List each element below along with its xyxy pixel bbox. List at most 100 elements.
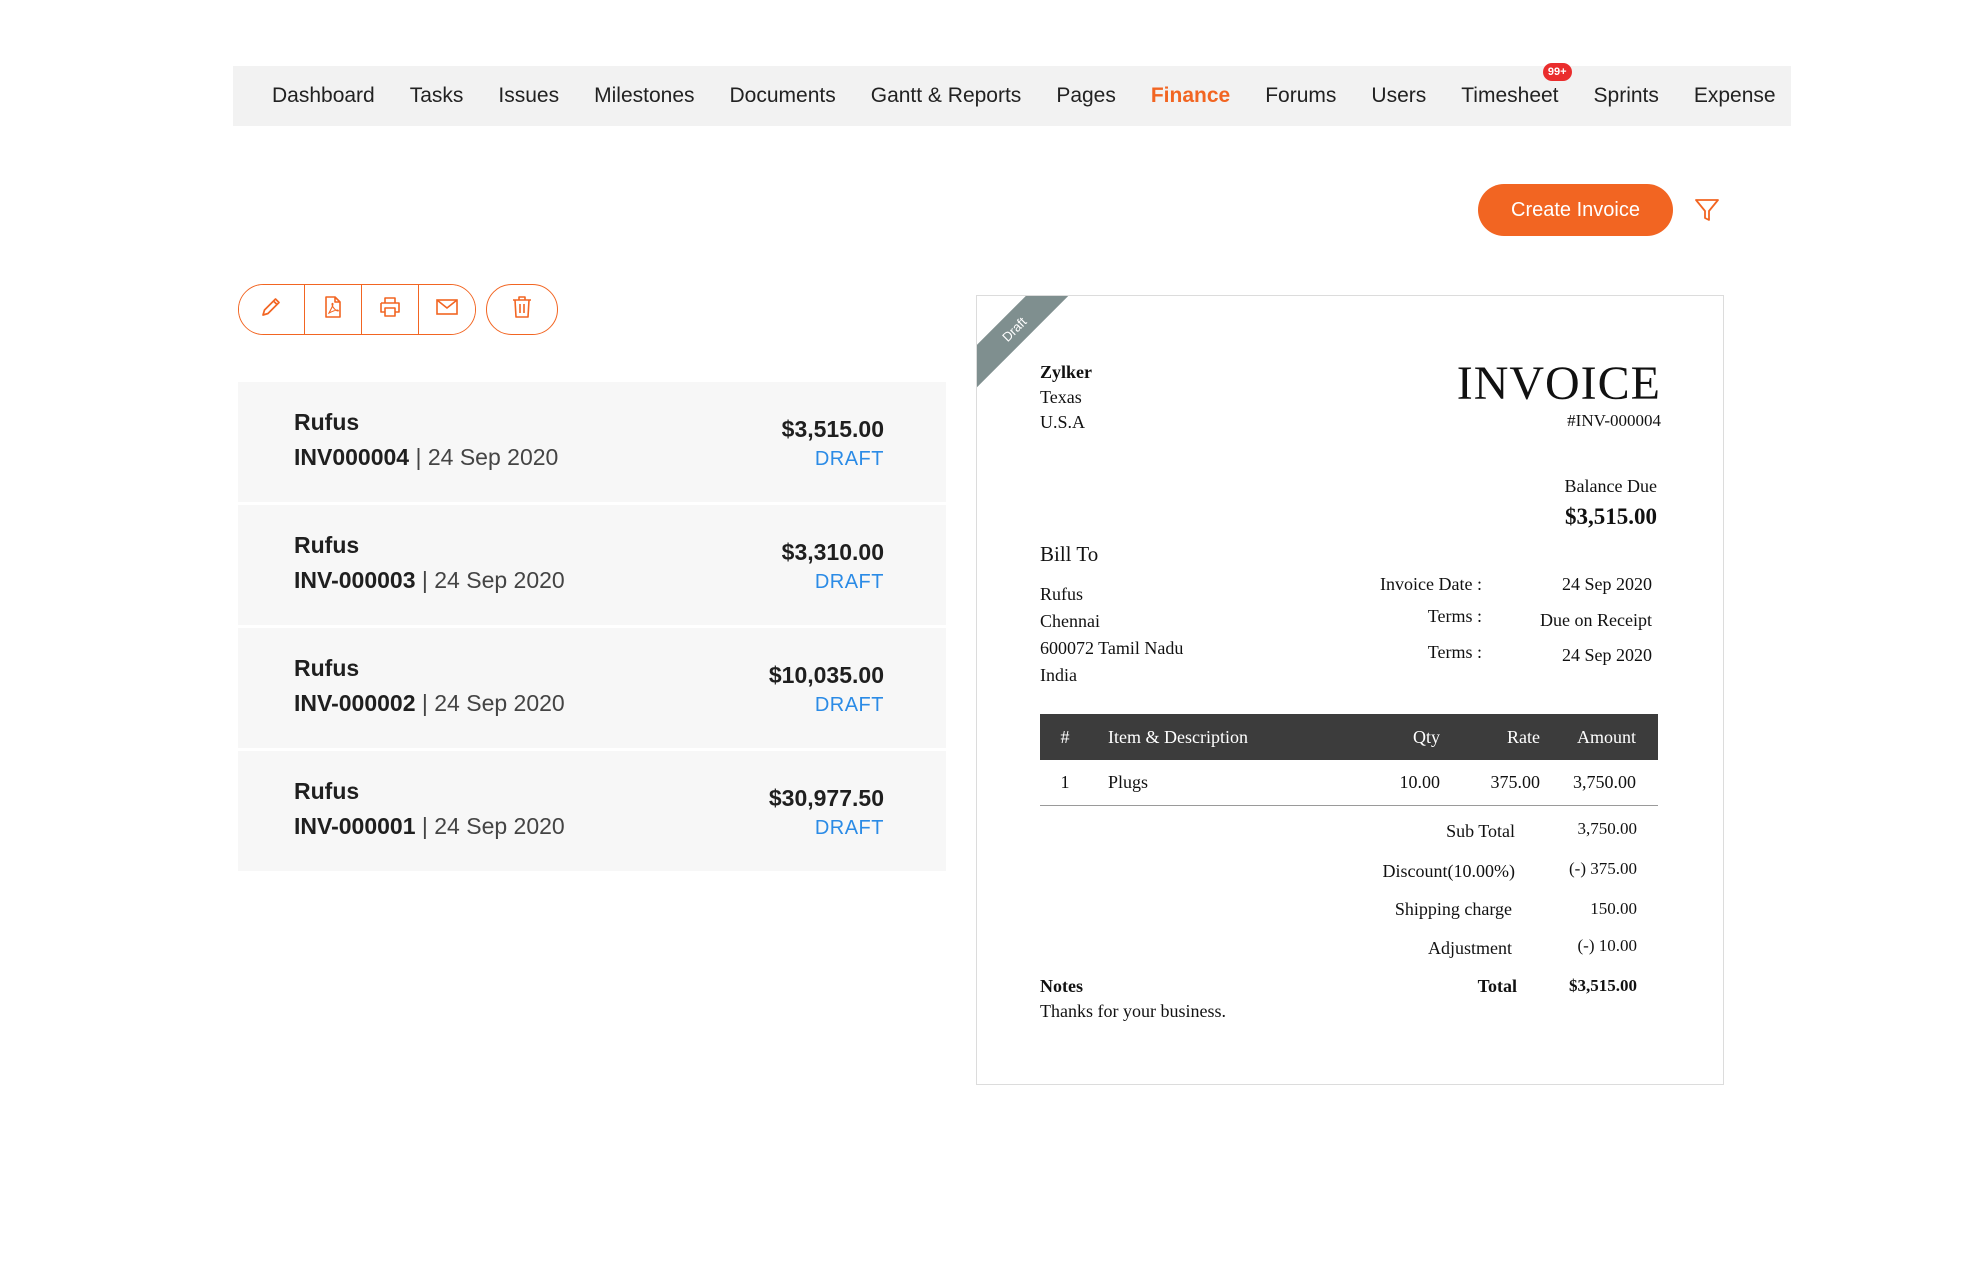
- nav-item-milestones[interactable]: Milestones: [594, 84, 694, 108]
- cell-rate: 375.00: [1440, 760, 1540, 806]
- status-badge: DRAFT: [814, 694, 884, 716]
- invoice-number: INV-000001: [294, 813, 416, 839]
- draft-ribbon: Draft: [977, 296, 1085, 400]
- notes-label: Notes: [1040, 976, 1083, 996]
- top-nav: Dashboard Tasks Issues Milestones Docume…: [233, 63, 1791, 126]
- terms-label: Terms :: [1427, 606, 1482, 626]
- invoice-date: 24 Sep 2020: [427, 444, 559, 470]
- pdf-button[interactable]: [304, 285, 362, 334]
- discount-label: Discount(10.00%): [1382, 861, 1515, 881]
- cell-qty: 10.00: [1340, 760, 1440, 806]
- adjustment-label: Adjustment: [1428, 938, 1512, 958]
- print-button[interactable]: [361, 285, 419, 334]
- invoice-date-label: Invoice Date :: [1380, 574, 1482, 594]
- edit-icon: [258, 294, 284, 325]
- invoice-number-date: INV-000001 | 24 Sep 2020: [294, 813, 565, 839]
- nav-item-users[interactable]: Users: [1371, 84, 1426, 108]
- email-icon: [434, 294, 460, 325]
- column-header: Item & Description: [1090, 714, 1340, 760]
- email-button[interactable]: [418, 285, 475, 334]
- status-badge: DRAFT: [814, 448, 884, 470]
- balance-due-value: $3,515.00: [1565, 504, 1657, 529]
- bill-to-line: Rufus: [1040, 584, 1084, 604]
- nav-item-sprints[interactable]: Sprints: [1594, 84, 1659, 108]
- adjustment-value: (-) 10.00: [1577, 936, 1637, 955]
- discount-value: (-) 375.00: [1569, 859, 1637, 878]
- notes-text: Thanks for your business.: [1040, 1001, 1226, 1021]
- total-label: Total: [1477, 976, 1517, 996]
- customer-name: Rufus: [294, 532, 360, 558]
- delete-icon: [509, 294, 535, 325]
- terms-value: 24 Sep 2020: [1562, 645, 1652, 665]
- balance-due-label: Balance Due: [1564, 476, 1657, 496]
- status-badge: DRAFT: [814, 817, 884, 839]
- invoice-actions-group: [238, 284, 476, 335]
- nav-item-timesheet-label: Timesheet: [1461, 84, 1559, 107]
- delete-button[interactable]: [486, 284, 558, 335]
- invoice-number: INV000004: [294, 444, 410, 470]
- invoice-title: INVOICE: [1456, 357, 1661, 410]
- customer-name: Rufus: [294, 655, 360, 681]
- terms-value: Due on Receipt: [1540, 610, 1652, 630]
- nav-item-pages[interactable]: Pages: [1056, 84, 1116, 108]
- invoice-date: 24 Sep 2020: [434, 813, 565, 839]
- status-badge: DRAFT: [814, 571, 884, 593]
- invoice-date-value: 24 Sep 2020: [1562, 574, 1652, 594]
- bill-to-line: Chennai: [1040, 611, 1100, 631]
- column-header: Qty: [1340, 714, 1440, 760]
- column-header: Amount: [1540, 714, 1658, 760]
- invoice-number: #INV-000004: [1567, 411, 1661, 430]
- shipping-value: 150.00: [1590, 899, 1637, 918]
- invoice-number-date: INV000004 | 24 Sep 2020: [294, 444, 559, 470]
- table-header-row: # Item & Description Qty Rate Amount: [1040, 714, 1658, 760]
- notification-badge: 99+: [1542, 63, 1572, 81]
- nav-item-finance[interactable]: Finance: [1151, 84, 1230, 108]
- invoice-list-item[interactable]: Rufus INV000004 | 24 Sep 2020 $3,515.00 …: [238, 382, 946, 502]
- nav-item-timesheet[interactable]: Timesheet 99+: [1461, 63, 1572, 108]
- nav-item-dashboard[interactable]: Dashboard: [272, 84, 375, 108]
- company-address-line: Texas: [1040, 387, 1082, 407]
- nav-item-documents[interactable]: Documents: [730, 84, 836, 108]
- cell-num: 1: [1040, 760, 1090, 806]
- nav-item-forums[interactable]: Forums: [1265, 84, 1336, 108]
- terms-label: Terms :: [1427, 642, 1482, 662]
- invoice-date: 24 Sep 2020: [434, 567, 565, 593]
- subtotal-value: 3,750.00: [1577, 819, 1638, 838]
- filter-icon[interactable]: [1693, 196, 1721, 224]
- bill-to-line: India: [1040, 665, 1077, 685]
- column-header: #: [1040, 714, 1090, 760]
- nav-item-gantt-reports[interactable]: Gantt & Reports: [871, 84, 1022, 108]
- create-invoice-button[interactable]: Create Invoice: [1478, 184, 1673, 236]
- company-name: Zylker: [1040, 362, 1092, 382]
- pdf-icon: [320, 294, 346, 325]
- invoice-amount: $30,977.50: [768, 785, 884, 811]
- customer-name: Rufus: [294, 778, 360, 804]
- nav-item-expense[interactable]: Expense: [1694, 84, 1776, 108]
- customer-name: Rufus: [294, 409, 360, 435]
- bill-to-line: 600072 Tamil Nadu: [1040, 638, 1184, 658]
- invoice-list-item[interactable]: Rufus INV-000002 | 24 Sep 2020 $10,035.0…: [238, 628, 946, 748]
- invoice-amount: $10,035.00: [768, 662, 884, 688]
- invoice-number: INV-000003: [294, 567, 416, 593]
- edit-button[interactable]: [239, 285, 305, 334]
- invoice-list-item[interactable]: Rufus INV-000003 | 24 Sep 2020 $3,310.00…: [238, 505, 946, 625]
- total-value: $3,515.00: [1569, 976, 1637, 995]
- nav-item-tasks[interactable]: Tasks: [410, 84, 464, 108]
- company-address-line: U.S.A: [1040, 412, 1086, 432]
- bill-to-label: Bill To: [1040, 542, 1099, 566]
- invoice-preview: Draft Zylker Texas U.S.A INVOICE #INV-00…: [976, 295, 1724, 1085]
- shipping-label: Shipping charge: [1394, 899, 1512, 919]
- invoice-list: Rufus INV000004 | 24 Sep 2020 $3,515.00 …: [238, 382, 946, 874]
- table-row: 1 Plugs 10.00 375.00 3,750.00: [1040, 760, 1658, 806]
- invoice-amount: $3,310.00: [781, 539, 884, 565]
- subtotal-label: Sub Total: [1446, 821, 1515, 841]
- nav-item-issues[interactable]: Issues: [498, 84, 559, 108]
- invoice-list-item[interactable]: Rufus INV-000001 | 24 Sep 2020 $30,977.5…: [238, 751, 946, 871]
- invoice-number-date: INV-000002 | 24 Sep 2020: [294, 690, 565, 716]
- cell-description: Plugs: [1090, 760, 1340, 806]
- line-items-table: # Item & Description Qty Rate Amount 1 P…: [1040, 714, 1658, 806]
- print-icon: [377, 294, 403, 325]
- invoice-number: INV-000002: [294, 690, 416, 716]
- invoice-amount: $3,515.00: [781, 416, 884, 442]
- invoice-number-date: INV-000003 | 24 Sep 2020: [294, 567, 565, 593]
